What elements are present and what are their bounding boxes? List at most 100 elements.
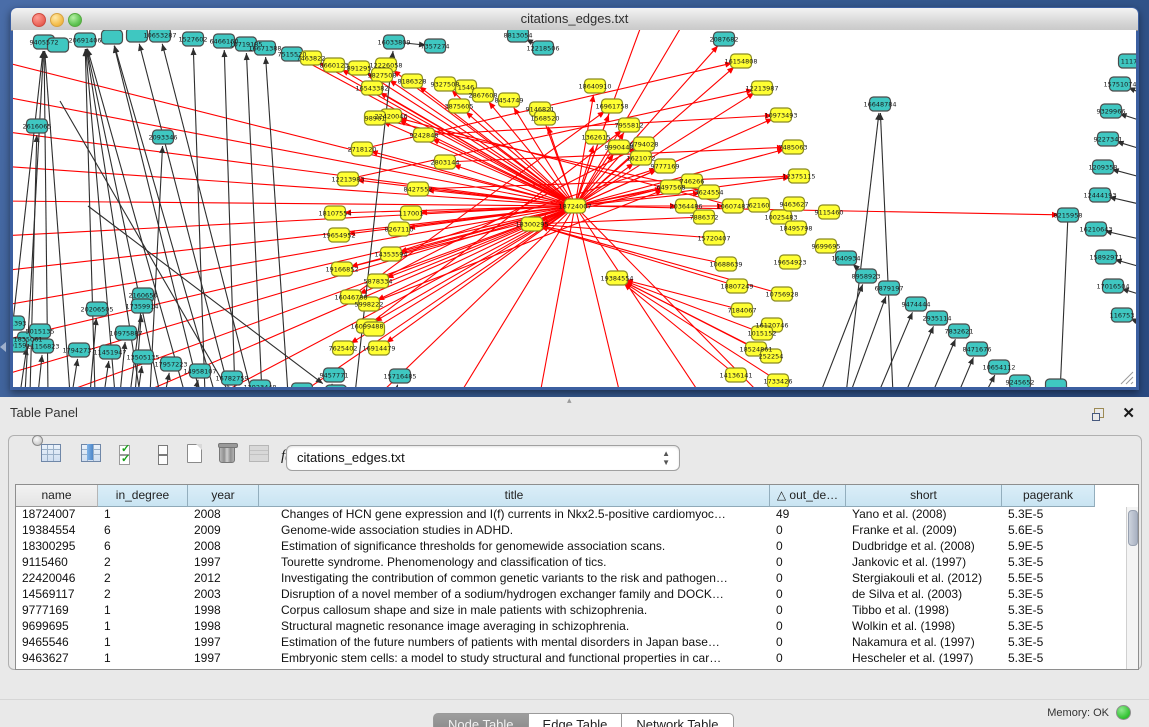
- cell-year[interactable]: 1997: [188, 635, 259, 651]
- cell-out_de[interactable]: 0: [770, 587, 846, 603]
- cell-title[interactable]: Embryonic stem cells: a model to study s…: [259, 651, 770, 667]
- cell-in_degree[interactable]: 2: [98, 587, 188, 603]
- cell-out_de[interactable]: 49: [770, 507, 846, 523]
- cell-short[interactable]: Dudbridge et al. (2008): [846, 539, 1002, 555]
- cell-out_de[interactable]: 0: [770, 603, 846, 619]
- cell-name[interactable]: 22420046: [16, 571, 98, 587]
- cell-short[interactable]: Jankovic et al. (1997): [846, 555, 1002, 571]
- divider-handle-icon[interactable]: ▴: [567, 398, 581, 403]
- cell-title[interactable]: Structural magnetic resonance image aver…: [259, 619, 770, 635]
- cell-out_de[interactable]: 0: [770, 523, 846, 539]
- cell-out_de[interactable]: 0: [770, 635, 846, 651]
- cell-pagerank[interactable]: 5.3E-5: [1002, 651, 1095, 667]
- cell-year[interactable]: 2008: [188, 539, 259, 555]
- graph-node[interactable]: [326, 385, 347, 387]
- cell-year[interactable]: 2008: [188, 507, 259, 523]
- cell-pagerank[interactable]: 5.3E-5: [1002, 587, 1095, 603]
- network-window-titlebar[interactable]: citations_edges.txt: [11, 8, 1138, 31]
- cell-name[interactable]: 9777169: [16, 603, 98, 619]
- column-header-year[interactable]: year: [188, 485, 259, 507]
- new-column-icon[interactable]: [185, 444, 211, 472]
- table-row[interactable]: 1872400712008Changes of HCN gene express…: [16, 507, 1138, 523]
- citation-network-graph[interactable]: 9405572206914061065328715276026466160107…: [13, 30, 1136, 387]
- cell-out_de[interactable]: 0: [770, 539, 846, 555]
- cell-name[interactable]: 18724007: [16, 507, 98, 523]
- graph-node[interactable]: [102, 30, 123, 44]
- cell-year[interactable]: 2003: [188, 587, 259, 603]
- close-panel-icon[interactable]: ✕: [1122, 404, 1135, 422]
- table-row[interactable]: 946362711997Embryonic stem cells: a mode…: [16, 651, 1138, 667]
- cell-title[interactable]: Tourette syndrome. Phenomenology and cla…: [259, 555, 770, 571]
- cell-name[interactable]: 9115460: [16, 555, 98, 571]
- scrollbar-thumb[interactable]: [1128, 510, 1138, 546]
- cell-in_degree[interactable]: 2: [98, 571, 188, 587]
- cell-year[interactable]: 1998: [188, 619, 259, 635]
- cell-pagerank[interactable]: 5.9E-5: [1002, 539, 1095, 555]
- cell-year[interactable]: 2012: [188, 571, 259, 587]
- cell-out_de[interactable]: 0: [770, 555, 846, 571]
- graph-node[interactable]: [1046, 379, 1067, 387]
- cell-year[interactable]: 1997: [188, 555, 259, 571]
- cell-in_degree[interactable]: 1: [98, 619, 188, 635]
- vertical-scrollbar[interactable]: [1126, 507, 1138, 669]
- cell-pagerank[interactable]: 5.3E-5: [1002, 507, 1095, 523]
- cell-name[interactable]: 9699695: [16, 619, 98, 635]
- cell-year[interactable]: 1997: [188, 651, 259, 667]
- cell-year[interactable]: 1998: [188, 603, 259, 619]
- column-header-name[interactable]: name: [16, 485, 98, 507]
- cell-pagerank[interactable]: 5.3E-5: [1002, 635, 1095, 651]
- cell-name[interactable]: 9465546: [16, 635, 98, 651]
- select-rows-icon[interactable]: [119, 444, 145, 472]
- cell-in_degree[interactable]: 1: [98, 603, 188, 619]
- resize-grip-icon[interactable]: [1118, 369, 1134, 385]
- cell-title[interactable]: Investigating the contribution of common…: [259, 571, 770, 587]
- cell-short[interactable]: Nakamura et al. (1997): [846, 635, 1002, 651]
- table-mode-icon[interactable]: [41, 444, 67, 472]
- cell-pagerank[interactable]: 5.6E-5: [1002, 523, 1095, 539]
- cell-in_degree[interactable]: 6: [98, 539, 188, 555]
- cell-title[interactable]: Estimation of significance thresholds fo…: [259, 539, 770, 555]
- cell-in_degree[interactable]: 2: [98, 555, 188, 571]
- cell-short[interactable]: Yano et al. (2008): [846, 507, 1002, 523]
- cell-in_degree[interactable]: 1: [98, 507, 188, 523]
- table-row[interactable]: 946554611997Estimation of the future num…: [16, 635, 1138, 651]
- table-row[interactable]: 1830029562008Estimation of significance …: [16, 539, 1138, 555]
- rows-icon[interactable]: [152, 444, 178, 472]
- cell-pagerank[interactable]: 5.3E-5: [1002, 555, 1095, 571]
- cell-pagerank[interactable]: 5.5E-5: [1002, 571, 1095, 587]
- cell-short[interactable]: Franke et al. (2009): [846, 523, 1002, 539]
- table-row[interactable]: 977716911998Corpus callosum shape and si…: [16, 603, 1138, 619]
- cell-title[interactable]: Disruption of a novel member of a sodium…: [259, 587, 770, 603]
- column-header-out_de[interactable]: △ out_de…: [770, 485, 846, 507]
- cell-short[interactable]: de Silva et al. (2003): [846, 587, 1002, 603]
- cell-short[interactable]: Hescheler et al. (1997): [846, 651, 1002, 667]
- cell-out_de[interactable]: 0: [770, 619, 846, 635]
- cell-title[interactable]: Changes of HCN gene expression and I(f) …: [259, 507, 770, 523]
- delete-column-icon[interactable]: [217, 444, 243, 472]
- table-selector-dropdown[interactable]: citations_edges.txt ▲▼: [286, 445, 680, 471]
- column-header-in_degree[interactable]: in_degree: [98, 485, 188, 507]
- cell-out_de[interactable]: 0: [770, 571, 846, 587]
- cell-in_degree[interactable]: 1: [98, 651, 188, 667]
- cell-name[interactable]: 18300295: [16, 539, 98, 555]
- column-header-pagerank[interactable]: pagerank: [1002, 485, 1095, 507]
- cell-short[interactable]: Wolkin et al. (1998): [846, 619, 1002, 635]
- cell-in_degree[interactable]: 6: [98, 523, 188, 539]
- cell-name[interactable]: 14569117: [16, 587, 98, 603]
- column-header-title[interactable]: title: [259, 485, 770, 507]
- graph-node[interactable]: [292, 383, 313, 387]
- cell-title[interactable]: Estimation of the future numbers of pati…: [259, 635, 770, 651]
- cell-title[interactable]: Genome-wide association studies in ADHD.: [259, 523, 770, 539]
- cell-in_degree[interactable]: 1: [98, 635, 188, 651]
- cell-short[interactable]: Stergiakouli et al. (2012): [846, 571, 1002, 587]
- cell-year[interactable]: 2009: [188, 523, 259, 539]
- panel-collapse-arrow-icon[interactable]: [0, 342, 6, 352]
- table-row[interactable]: 969969511998Structural magnetic resonanc…: [16, 619, 1138, 635]
- node-table[interactable]: namein_degreeyeartitle△ out_de…shortpage…: [15, 484, 1139, 670]
- table-row[interactable]: 1938455462009Genome-wide association stu…: [16, 523, 1138, 539]
- node-table-header-row[interactable]: namein_degreeyeartitle△ out_de…shortpage…: [16, 485, 1138, 507]
- cell-pagerank[interactable]: 5.3E-5: [1002, 619, 1095, 635]
- cell-short[interactable]: Tibbo et al. (1998): [846, 603, 1002, 619]
- delete-table-icon[interactable]: [249, 444, 275, 472]
- column-header-short[interactable]: short: [846, 485, 1002, 507]
